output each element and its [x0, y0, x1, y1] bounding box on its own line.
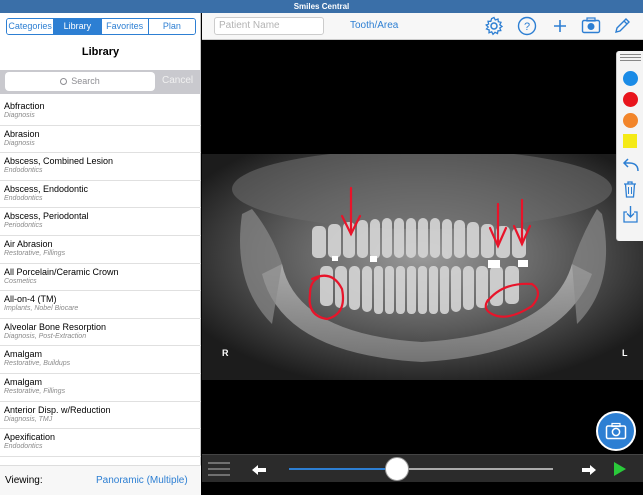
list-item-subtitle: Diagnosis, Post-Extraction: [4, 332, 87, 340]
color-yellow[interactable]: [623, 134, 637, 148]
list-item-title: Alveolar Bone Resorption: [4, 321, 107, 332]
tooth-area-button[interactable]: Tooth/Area: [350, 20, 398, 31]
capture-button[interactable]: [596, 411, 636, 451]
timeline-slider-knob[interactable]: [385, 457, 410, 481]
library-title: Library: [81, 46, 120, 58]
search-input[interactable]: Search: [5, 72, 155, 91]
xray-left-marker: R: [222, 348, 229, 358]
tab-library[interactable]: Library: [54, 19, 102, 34]
camera-icon[interactable]: [581, 16, 601, 36]
list-item-title: Abfraction: [4, 101, 45, 111]
annotation-palette: [616, 51, 643, 241]
list-item-title: All-on-4 (TM): [4, 294, 57, 305]
color-orange[interactable]: [623, 113, 638, 128]
list-item-title: Anterior Disp. w/Reduction: [4, 404, 111, 415]
app-title: Smiles Central: [0, 0, 643, 13]
previous-arrow-icon[interactable]: [251, 463, 267, 481]
list-item-subtitle: Diagnosis, TMJ: [4, 415, 53, 423]
list-item-subtitle: Periodontics: [4, 222, 43, 230]
list-item-subtitle: Diagnosis: [4, 112, 35, 119]
search-bar: Search Cancel: [0, 70, 201, 94]
list-item-title: Apexification: [4, 432, 56, 443]
list-item-subtitle: Restorative, Fillings: [4, 387, 66, 395]
cancel-button[interactable]: Cancel: [162, 75, 193, 86]
list-item[interactable]: Alveolar Bone Resorption Diagnosis, Post-…: [0, 319, 201, 347]
tab-categories[interactable]: Categories: [7, 19, 55, 34]
search-icon: [60, 78, 68, 85]
tab-plan[interactable]: Plan: [148, 19, 195, 34]
list-item-subtitle: Restorative, Fillings: [4, 249, 66, 257]
viewing-bar: Viewing: Panoramic (Multiple): [0, 465, 201, 495]
list-item[interactable]: Amalgam Restorative, Buildups: [0, 346, 201, 374]
list-item-title: Amalgam: [4, 376, 43, 387]
sidebar: Categories Library Favorites Plan Librar…: [0, 13, 201, 495]
list-item-subtitle: Restorative, Buildups: [4, 360, 71, 368]
xray-image[interactable]: R L: [202, 154, 643, 380]
toolbar: Patient Name Tooth/Area ?: [202, 13, 643, 40]
list-item-subtitle: Endodontics: [4, 167, 43, 175]
timeline-slider[interactable]: [289, 468, 553, 470]
viewing-mode-selector[interactable]: Panoramic (Multiple): [96, 475, 188, 486]
list-item-subtitle: Cosmetics: [4, 277, 37, 285]
list-item[interactable]: Abrasion Diagnosis: [0, 126, 201, 154]
help-icon[interactable]: ?: [517, 16, 537, 36]
play-icon[interactable]: [613, 461, 627, 482]
search-placeholder: Search: [71, 76, 100, 86]
viewer: Patient Name Tooth/Area ? R L: [202, 13, 643, 482]
library-list: Abfraction Diagnosis Abrasion Diagnosis Ab…: [0, 98, 201, 465]
list-item[interactable]: Apexification Endodontics: [0, 429, 201, 457]
undo-icon[interactable]: [621, 157, 640, 178]
list-item-subtitle: Endodontics: [4, 443, 43, 451]
color-blue[interactable]: [623, 71, 638, 86]
list-item-title: Air Abrasion: [4, 238, 53, 249]
list-item-title: All Porcelain/Ceramic Crown: [4, 266, 119, 277]
xray-right-marker: L: [622, 348, 628, 358]
list-item[interactable]: Abscess, Endodontic Endodontics: [0, 181, 201, 209]
list-item-title: Abscess, Periodontal: [4, 211, 89, 222]
svg-text:?: ?: [524, 21, 530, 33]
list-item[interactable]: All-on-4 (TM) Implants, Nobel Biocare: [0, 291, 201, 319]
playback-bar: [202, 454, 643, 482]
next-arrow-icon[interactable]: [581, 463, 597, 481]
sidebar-tabs: Categories Library Favorites Plan: [6, 18, 196, 35]
list-item[interactable]: Air Abrasion Restorative, Fillings: [0, 236, 201, 264]
list-item-title: Abscess, Combined Lesion: [4, 156, 114, 167]
list-item-subtitle: Endodontics: [4, 194, 43, 202]
list-item[interactable]: All Porcelain/Ceramic Crown Cosmetics: [0, 264, 201, 292]
list-item-title: Amalgam: [4, 349, 43, 360]
pencil-icon[interactable]: [612, 16, 632, 36]
tab-favorites[interactable]: Favorites: [101, 19, 149, 34]
palette-handle[interactable]: [620, 54, 641, 63]
timeline-progress: [289, 468, 398, 470]
viewing-label: Viewing:: [5, 475, 43, 486]
list-item-subtitle: Diagnosis: [4, 139, 35, 147]
save-icon[interactable]: [622, 205, 639, 228]
list-item[interactable]: Amalgam Restorative, Fillings: [0, 374, 201, 402]
list-item[interactable]: Abscess, Combined Lesion Endodontics: [0, 153, 201, 181]
menu-icon[interactable]: [207, 460, 231, 483]
camera-icon: [605, 422, 627, 440]
list-item[interactable]: Abscess, Periodontal Periodontics: [0, 208, 201, 236]
plus-icon[interactable]: [550, 16, 570, 36]
list-item-title: Abscess, Endodontic: [4, 183, 89, 194]
trash-icon[interactable]: [622, 180, 638, 203]
color-red[interactable]: [623, 92, 638, 107]
list-item[interactable]: Abfraction Diagnosis: [0, 98, 201, 126]
patient-name-input[interactable]: Patient Name: [214, 17, 324, 35]
list-item-title: Abrasion: [4, 128, 40, 139]
list-item-subtitle: Implants, Nobel Biocare: [4, 305, 79, 313]
gear-icon[interactable]: [484, 16, 504, 36]
list-item[interactable]: Anterior Disp. w/Reduction Diagnosis, TMJ: [0, 402, 201, 430]
